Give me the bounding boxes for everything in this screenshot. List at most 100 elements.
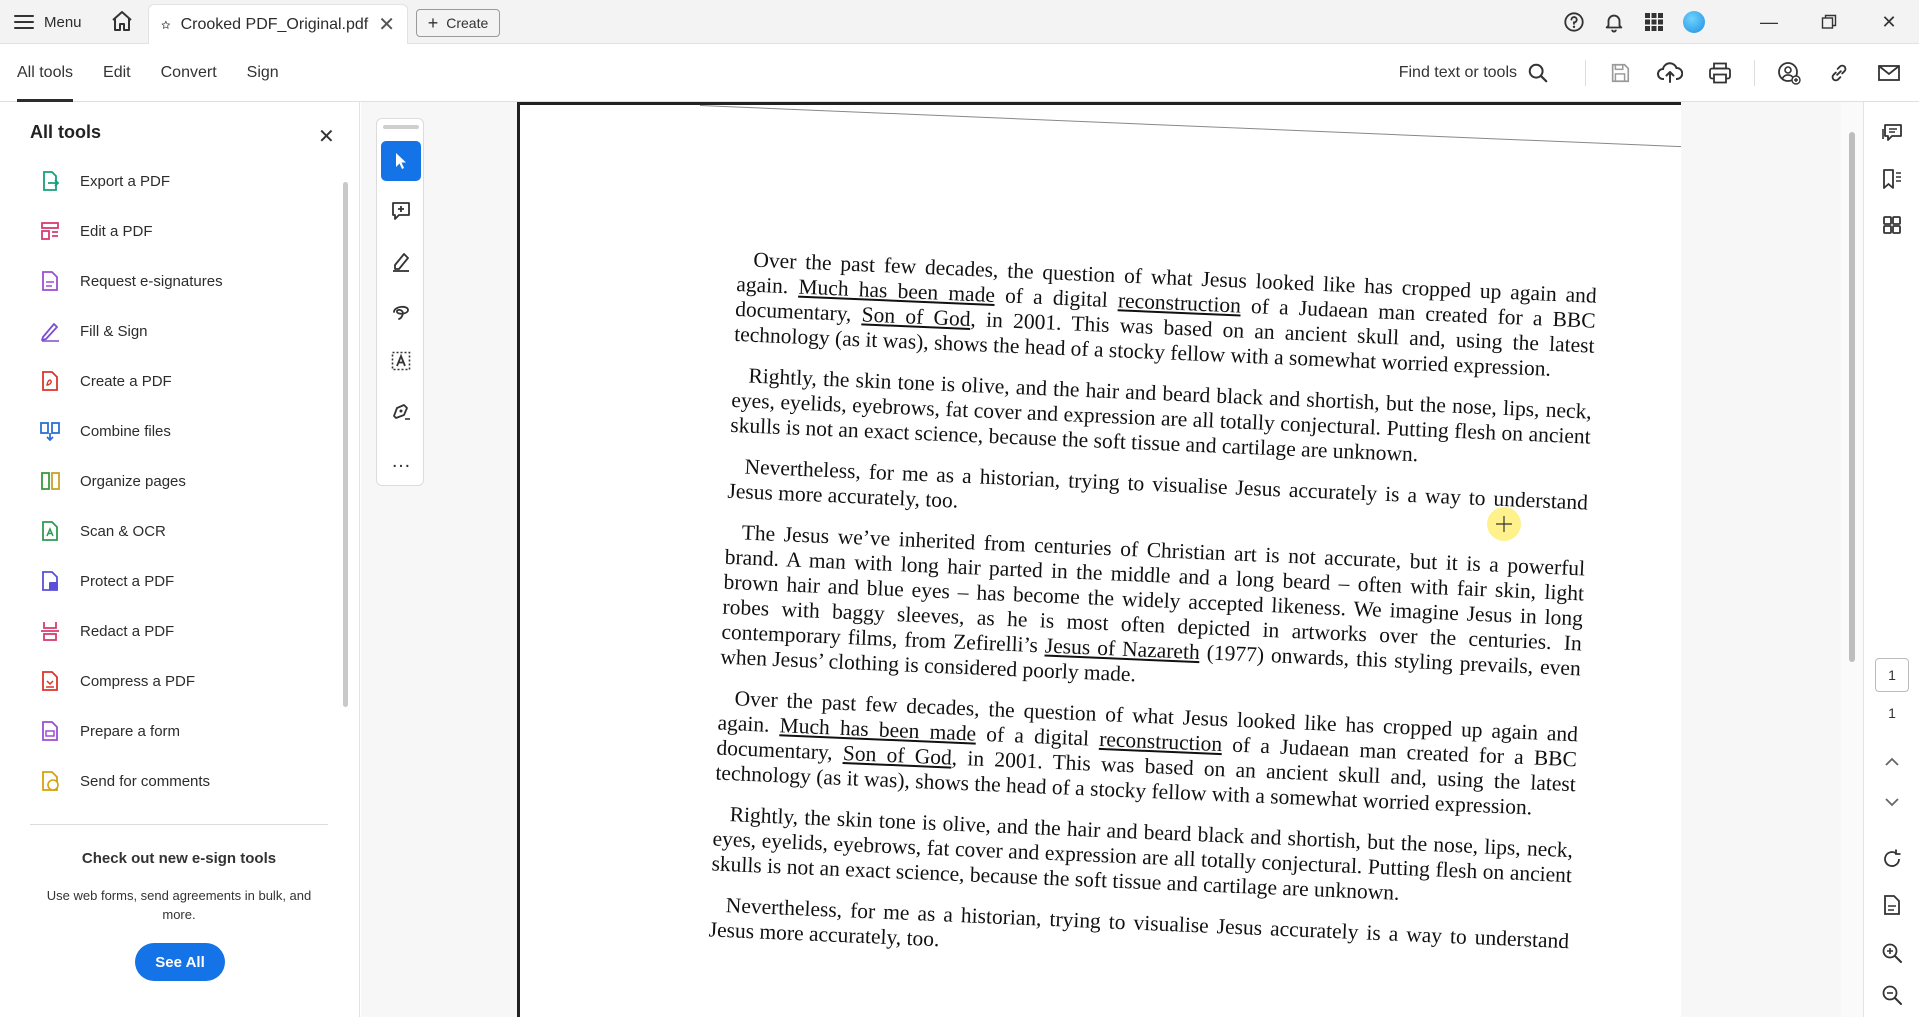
tool-prepare-form[interactable]: Prepare a form [38,706,328,756]
tool-combine-files[interactable]: Combine files [38,406,328,456]
rotate-button[interactable] [1879,846,1905,872]
text-run: Rightly, the skin tone is olive, and the… [711,802,1574,905]
tool-edit-pdf[interactable]: Edit a PDF [38,206,328,256]
drag-handle[interactable] [383,125,419,129]
underlined-text: Son of God [861,302,972,331]
thumbnails-panel-button[interactable] [1879,212,1905,238]
toolbar-divider-2 [1754,60,1755,86]
more-tools[interactable]: … [381,441,421,481]
plus-icon: + [427,13,439,33]
cloud-upload-icon [1657,62,1683,83]
previous-page-button[interactable] [1879,752,1905,772]
compress-pdf-icon [38,669,62,693]
search-icon [1528,63,1548,83]
bookmarks-panel-button[interactable] [1879,166,1905,192]
tool-organize-pages[interactable]: Organize pages [38,456,328,506]
tool-label: Request e-signatures [80,272,223,290]
zoom-in-button[interactable] [1879,940,1905,966]
scan-ocr-icon [38,519,62,543]
close-window-icon: ✕ [1881,11,1897,32]
fill-sign-icon [38,319,62,343]
draw-tool[interactable] [381,291,421,331]
minimize-icon: — [1760,11,1778,32]
tool-label: Organize pages [80,472,186,490]
document-paragraph: The Jesus we’ve inherited from centuries… [720,520,1586,707]
upload-button[interactable] [1654,57,1686,89]
minimize-button[interactable]: — [1739,0,1799,44]
tool-request-esignatures[interactable]: Request e-signatures [38,256,328,306]
help-button[interactable] [1559,7,1589,37]
save-button[interactable] [1604,57,1636,89]
thumbnails-grid-icon [1883,216,1901,234]
scrollbar-thumb[interactable] [1849,132,1855,662]
close-tab-icon[interactable]: ✕ [378,12,395,37]
bookmark-icon [1883,169,1901,189]
create-button[interactable]: + Create [416,9,500,37]
pdf-page: Over the past few decades, the question … [517,102,1681,1017]
toolbar-actions: Find text or tools [1399,44,1905,102]
page-number-input[interactable]: 1 [1875,658,1909,692]
page-text: Over the past few decades, the question … [708,247,1597,995]
tab-title: Crooked PDF_Original.pdf [180,15,369,33]
tool-label: Export a PDF [80,172,171,190]
tool-send-comments[interactable]: Send for comments [38,756,328,806]
zoom-out-button[interactable] [1879,982,1905,1008]
tool-fill-sign[interactable]: Fill & Sign [38,306,328,356]
comments-panel-button[interactable] [1879,120,1905,146]
notifications-button[interactable] [1599,7,1629,37]
tool-redact-pdf[interactable]: Redact a PDF [38,606,328,656]
menu-button[interactable]: Menu [14,10,82,34]
fit-page-button[interactable] [1879,892,1905,918]
document-paragraph: Over the past few decades, the question … [715,686,1578,823]
tool-protect-pdf[interactable]: Protect a PDF [38,556,328,606]
tool-compress-pdf[interactable]: Compress a PDF [38,656,328,706]
tool-scan-ocr[interactable]: Scan & OCR [38,506,328,556]
highlight-tool[interactable] [381,241,421,281]
text-run: Rightly, the skin tone is olive, and the… [729,363,1593,467]
main-toolbar: All tools Edit Convert Sign Find text or… [0,44,1919,102]
share-button[interactable] [1773,57,1805,89]
text-tool[interactable] [381,341,421,381]
tab-sign[interactable]: Sign [247,44,279,102]
tab-edit[interactable]: Edit [103,44,131,102]
document-scrollbar[interactable] [1841,102,1863,1017]
comment-plus-icon [392,202,410,220]
apps-button[interactable] [1639,7,1669,37]
protect-pdf-icon [38,569,62,593]
select-tool[interactable] [381,141,421,181]
tool-export-pdf[interactable]: Export a PDF [38,156,328,206]
restore-icon [1821,14,1837,29]
close-window-button[interactable]: ✕ [1859,0,1919,44]
see-all-button[interactable]: See All [135,943,225,981]
copy-link-button[interactable] [1823,57,1855,89]
combine-files-icon [38,419,62,443]
profile-button[interactable] [1679,7,1709,37]
menu-label: Menu [44,13,82,31]
signature-tool[interactable] [381,391,421,431]
bell-icon [1605,14,1623,33]
star-icon[interactable] [161,14,171,36]
tab-all-tools[interactable]: All tools [17,44,74,102]
email-button[interactable] [1873,57,1905,89]
print-button[interactable] [1704,57,1736,89]
next-page-button[interactable] [1879,792,1905,812]
panel-divider [30,824,328,825]
find-text-or-tools[interactable]: Find text or tools [1399,62,1549,84]
prepare-form-icon [38,719,62,743]
link-icon [1831,64,1847,82]
tab-convert[interactable]: Convert [161,44,217,102]
hamburger-icon [14,15,34,29]
close-panel-icon[interactable]: ✕ [318,124,335,149]
add-comment-tool[interactable] [381,191,421,231]
home-button[interactable] [110,10,136,34]
tool-label: Redact a PDF [80,622,175,640]
restore-button[interactable] [1799,0,1859,44]
panel-scrollbar[interactable] [343,182,348,707]
tool-label: Create a PDF [80,372,172,390]
send-comments-icon [38,769,62,793]
document-tab[interactable]: Crooked PDF_Original.pdf ✕ [148,4,408,44]
pen-sign-icon [393,404,410,420]
tool-create-pdf[interactable]: Create a PDF [38,356,328,406]
tool-label: Protect a PDF [80,572,175,590]
promo-text: Use web forms, send agreements in bulk, … [46,888,312,922]
